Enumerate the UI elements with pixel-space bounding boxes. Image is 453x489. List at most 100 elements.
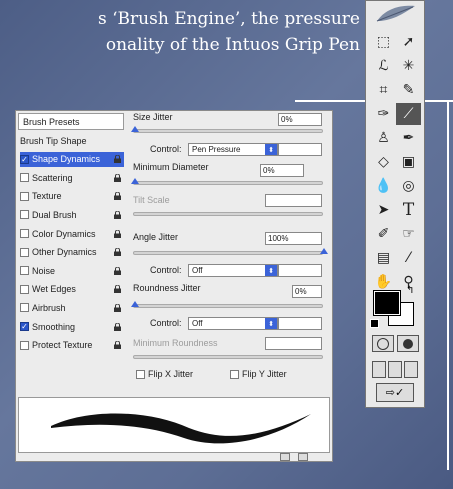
healing-brush-icon[interactable]: ✑ xyxy=(371,103,396,125)
type-icon[interactable]: T xyxy=(396,199,421,221)
flip-y-checkbox[interactable] xyxy=(230,369,239,379)
checkbox[interactable]: ✓ xyxy=(20,154,29,164)
screen-mode-full-icon[interactable] xyxy=(404,361,418,378)
crop-icon[interactable]: ⌗ xyxy=(371,79,396,101)
brush-option-label: Brush Tip Shape xyxy=(20,135,87,146)
flip-y-label: Flip Y Jitter xyxy=(242,369,287,379)
hand-icon[interactable]: ✋ xyxy=(371,271,396,293)
screen-mode-standard-icon[interactable] xyxy=(372,361,386,378)
tilt-scale-slider[interactable] xyxy=(133,212,323,216)
brush-option-scattering[interactable]: Scattering xyxy=(20,170,124,185)
minimum-diameter-label: Minimum Diameter xyxy=(133,162,209,172)
quick-mask-icon[interactable] xyxy=(397,335,419,352)
brush-option-noise[interactable]: Noise xyxy=(20,263,124,278)
flip-x-checkbox[interactable] xyxy=(136,369,145,379)
default-colors-icon[interactable] xyxy=(370,319,379,328)
lock-icon[interactable] xyxy=(114,210,121,219)
angle-control-select[interactable]: Off ⬍ xyxy=(188,264,278,277)
size-jitter-slider[interactable] xyxy=(131,126,323,133)
dodge-icon[interactable]: ◎ xyxy=(396,175,421,197)
roundness-jitter-thumb[interactable] xyxy=(131,301,139,307)
lock-icon[interactable] xyxy=(114,266,121,275)
standard-mode-icon[interactable] xyxy=(372,335,394,352)
lock-icon[interactable] xyxy=(114,303,121,312)
checkbox[interactable] xyxy=(20,340,29,350)
roundness-jitter-slider[interactable] xyxy=(131,301,323,308)
size-control-extra-field[interactable] xyxy=(278,143,322,156)
minimum-roundness-slider[interactable] xyxy=(133,355,323,359)
brush-option-airbrush[interactable]: Airbrush xyxy=(20,300,124,315)
magic-wand-icon[interactable]: ✳ xyxy=(396,55,421,77)
lock-icon[interactable] xyxy=(114,229,121,238)
checkbox[interactable] xyxy=(20,191,29,201)
brush-icon[interactable]: ⟋ xyxy=(396,103,421,125)
brush-option-protect-texture[interactable]: Protect Texture xyxy=(20,338,124,353)
slice-icon[interactable]: ✎ xyxy=(396,79,421,101)
lasso-icon[interactable]: ℒ xyxy=(371,55,396,77)
foreground-color-swatch[interactable] xyxy=(373,290,401,316)
lock-icon[interactable] xyxy=(114,192,121,201)
tilt-scale-field[interactable] xyxy=(265,194,322,207)
size-jitter-field[interactable]: 0% xyxy=(278,113,322,126)
clone-stamp-icon[interactable]: ♙ xyxy=(371,127,396,149)
delete-preset-icon[interactable] xyxy=(298,453,308,461)
angle-control-extra-field[interactable] xyxy=(278,264,322,277)
blur-icon[interactable]: 💧 xyxy=(371,175,396,197)
brush-option-label: Noise xyxy=(32,265,56,276)
path-select-icon[interactable]: ➤ xyxy=(371,199,396,221)
roundness-control-extra-field[interactable] xyxy=(278,317,322,330)
checkbox[interactable] xyxy=(20,210,29,220)
lock-icon[interactable] xyxy=(114,285,121,294)
checkbox[interactable] xyxy=(20,303,29,313)
checkbox[interactable] xyxy=(20,173,29,183)
lock-icon[interactable] xyxy=(114,341,121,350)
brush-option-dual-brush[interactable]: Dual Brush xyxy=(20,207,124,222)
minimum-roundness-field[interactable] xyxy=(265,337,322,350)
lock-icon[interactable] xyxy=(114,248,121,257)
history-brush-icon[interactable]: ✒ xyxy=(396,127,421,149)
gradient-icon[interactable]: ▣ xyxy=(396,151,421,173)
brush-option-shape-dynamics[interactable]: ✓ Shape Dynamics xyxy=(20,151,124,167)
notes-icon[interactable]: ▤ xyxy=(371,247,396,269)
brush-option-brush-tip-shape[interactable]: Brush Tip Shape xyxy=(20,133,124,148)
shape-icon[interactable]: ☞ xyxy=(396,223,421,245)
move-icon[interactable]: ➚ xyxy=(396,31,421,53)
eraser-icon[interactable]: ◇ xyxy=(371,151,396,173)
brush-option-wet-edges[interactable]: Wet Edges xyxy=(20,282,124,297)
swap-colors-icon[interactable]: ↰ xyxy=(406,285,414,296)
eyedropper-icon[interactable]: ⁄ xyxy=(396,247,421,269)
angle-jitter-slider[interactable] xyxy=(133,248,328,255)
checkbox[interactable]: ✓ xyxy=(20,322,29,331)
size-jitter-thumb[interactable] xyxy=(131,126,139,132)
brush-option-other-dynamics[interactable]: Other Dynamics xyxy=(20,245,124,260)
brush-option-color-dynamics[interactable]: Color Dynamics xyxy=(20,226,124,241)
brush-option-texture[interactable]: Texture xyxy=(20,189,124,204)
jump-to-imageready-icon[interactable]: ⇨✓ xyxy=(376,383,414,402)
lock-icon[interactable] xyxy=(114,322,121,331)
roundness-jitter-field[interactable]: 0% xyxy=(292,285,322,298)
lock-icon[interactable] xyxy=(114,155,121,164)
screen-mode-full-menu-icon[interactable] xyxy=(388,361,402,378)
angle-jitter-thumb[interactable] xyxy=(320,248,328,254)
brush-option-smoothing[interactable]: ✓ Smoothing xyxy=(20,319,124,334)
roundness-control-select[interactable]: Off ⬍ xyxy=(188,317,278,330)
new-preset-icon[interactable] xyxy=(280,453,290,461)
brush-option-label: Scattering xyxy=(32,172,73,183)
marquee-icon[interactable]: ⬚ xyxy=(371,31,396,53)
checkbox[interactable] xyxy=(20,229,29,238)
pen-icon[interactable]: ✐ xyxy=(371,223,396,245)
checkbox[interactable] xyxy=(20,247,29,257)
angle-jitter-field[interactable]: 100% xyxy=(265,232,322,245)
angle-control-value: Off xyxy=(192,266,203,275)
brush-option-label: Dual Brush xyxy=(32,209,77,220)
minimum-diameter-slider[interactable] xyxy=(131,178,323,185)
minimum-diameter-thumb[interactable] xyxy=(131,178,139,184)
size-control-select[interactable]: Pen Pressure ⬍ xyxy=(188,143,278,156)
brush-presets-tab[interactable]: Brush Presets xyxy=(18,113,124,130)
lock-icon[interactable] xyxy=(114,173,121,182)
checkbox[interactable] xyxy=(20,266,29,276)
flip-y-jitter-option[interactable]: Flip Y Jitter xyxy=(230,369,287,379)
minimum-diameter-field[interactable]: 0% xyxy=(260,164,304,177)
checkbox[interactable] xyxy=(20,284,29,294)
flip-x-jitter-option[interactable]: Flip X Jitter xyxy=(136,369,193,379)
